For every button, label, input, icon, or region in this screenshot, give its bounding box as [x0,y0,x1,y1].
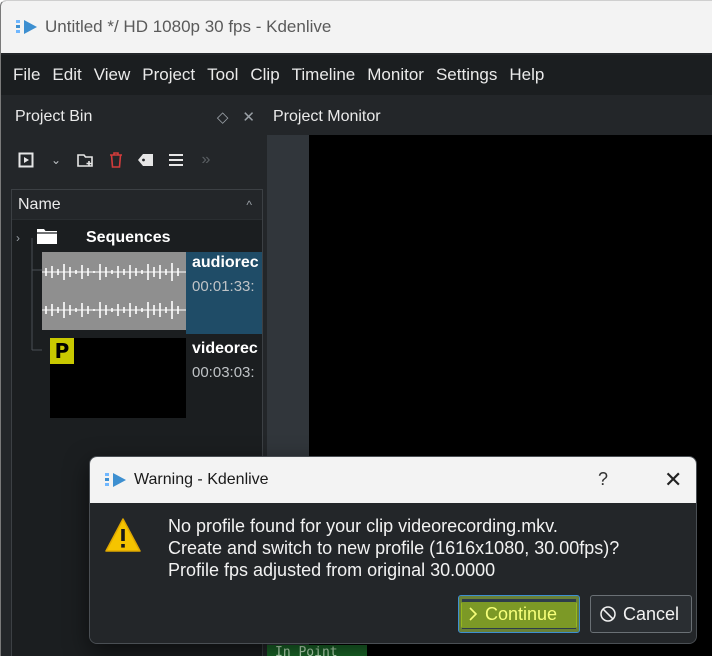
cancel-label: Cancel [623,603,680,624]
close-icon[interactable]: ✕ [664,467,682,493]
menu-monitor[interactable]: Monitor [361,55,430,95]
audio-waveform-thumbnail [42,252,186,330]
menu-edit[interactable]: Edit [46,55,87,95]
project-monitor-titlebar: Project Monitor [267,97,712,137]
warning-message: No profile found for your clip videoreco… [168,515,619,581]
proxy-badge-icon: P [50,338,74,364]
dialog-body: No profile found for your clip videoreco… [90,503,696,643]
hamburger-menu-icon [169,154,183,166]
project-bin-title: Project Bin [15,108,93,125]
message-line-3: Profile fps adjusted from original 30.00… [168,560,496,580]
delete-clip-button[interactable] [107,148,125,172]
kdenlive-window: Untitled */ HD 1080p 30 fps - Kdenlive F… [0,0,712,656]
menu-settings[interactable]: Settings [430,55,503,95]
tag-button[interactable] [137,148,155,172]
menu-timeline[interactable]: Timeline [286,55,362,95]
add-folder-button[interactable] [77,148,95,172]
trash-icon [110,152,122,168]
folder-sequences[interactable]: › Sequences [12,226,262,250]
cancel-button[interactable]: Cancel [590,595,692,633]
project-monitor-title: Project Monitor [273,108,381,125]
close-dock-icon[interactable]: ✕ [242,108,255,126]
continue-label: Continue [485,603,558,624]
clip-duration-video: 00:03:03: [192,364,255,381]
expand-arrow-icon[interactable]: › [12,231,30,245]
clip-name-video: videorec [192,340,258,357]
folder-icon [36,227,58,250]
message-line-1: No profile found for your clip videoreco… [168,516,558,536]
add-clip-button[interactable] [17,148,35,172]
float-dock-icon[interactable]: ◇ [217,108,229,126]
chevron-right-icon [467,606,479,622]
help-button[interactable]: ? [598,469,608,490]
cancel-icon [599,605,617,623]
message-line-2: Create and switch to new profile (1616x1… [168,538,620,558]
menu-view[interactable]: View [88,55,137,95]
in-point-label: In Point [267,645,367,656]
menu-clip[interactable]: Clip [244,55,285,95]
video-thumbnail: P [50,338,186,418]
kdenlive-logo-icon [104,471,128,489]
warning-dialog: Warning - Kdenlive ? ✕ No profile found … [89,456,697,644]
add-clip-icon [18,152,34,168]
tag-icon [138,154,153,166]
clip-duration-audio: 00:01:33: [192,278,255,295]
dialog-titlebar: Warning - Kdenlive ? ✕ [90,457,696,503]
menu-file[interactable]: File [7,55,46,95]
folder-label: Sequences [86,229,171,246]
clip-name-audio: audiorec [192,254,259,271]
menubar: File Edit View Project Tool Clip Timelin… [1,55,712,95]
window-title: Untitled */ HD 1080p 30 fps - Kdenlive [45,17,332,36]
window-titlebar: Untitled */ HD 1080p 30 fps - Kdenlive [1,1,712,53]
more-tools-icon[interactable]: » [197,148,215,172]
menu-button[interactable] [167,148,185,172]
continue-button[interactable]: Continue [458,595,580,633]
menu-tool[interactable]: Tool [201,55,244,95]
warning-icon [104,517,142,558]
add-clip-menu-chevron-icon[interactable]: ⌄ [47,148,65,172]
folder-add-icon [77,154,93,167]
dialog-title: Warning - Kdenlive [134,471,269,488]
menu-help[interactable]: Help [503,55,550,95]
project-bin-titlebar: Project Bin ◇ ✕ [9,97,263,137]
kdenlive-logo-icon [15,18,39,36]
project-bin-toolbar: ⌄ » [9,143,263,177]
menu-project[interactable]: Project [136,55,201,95]
